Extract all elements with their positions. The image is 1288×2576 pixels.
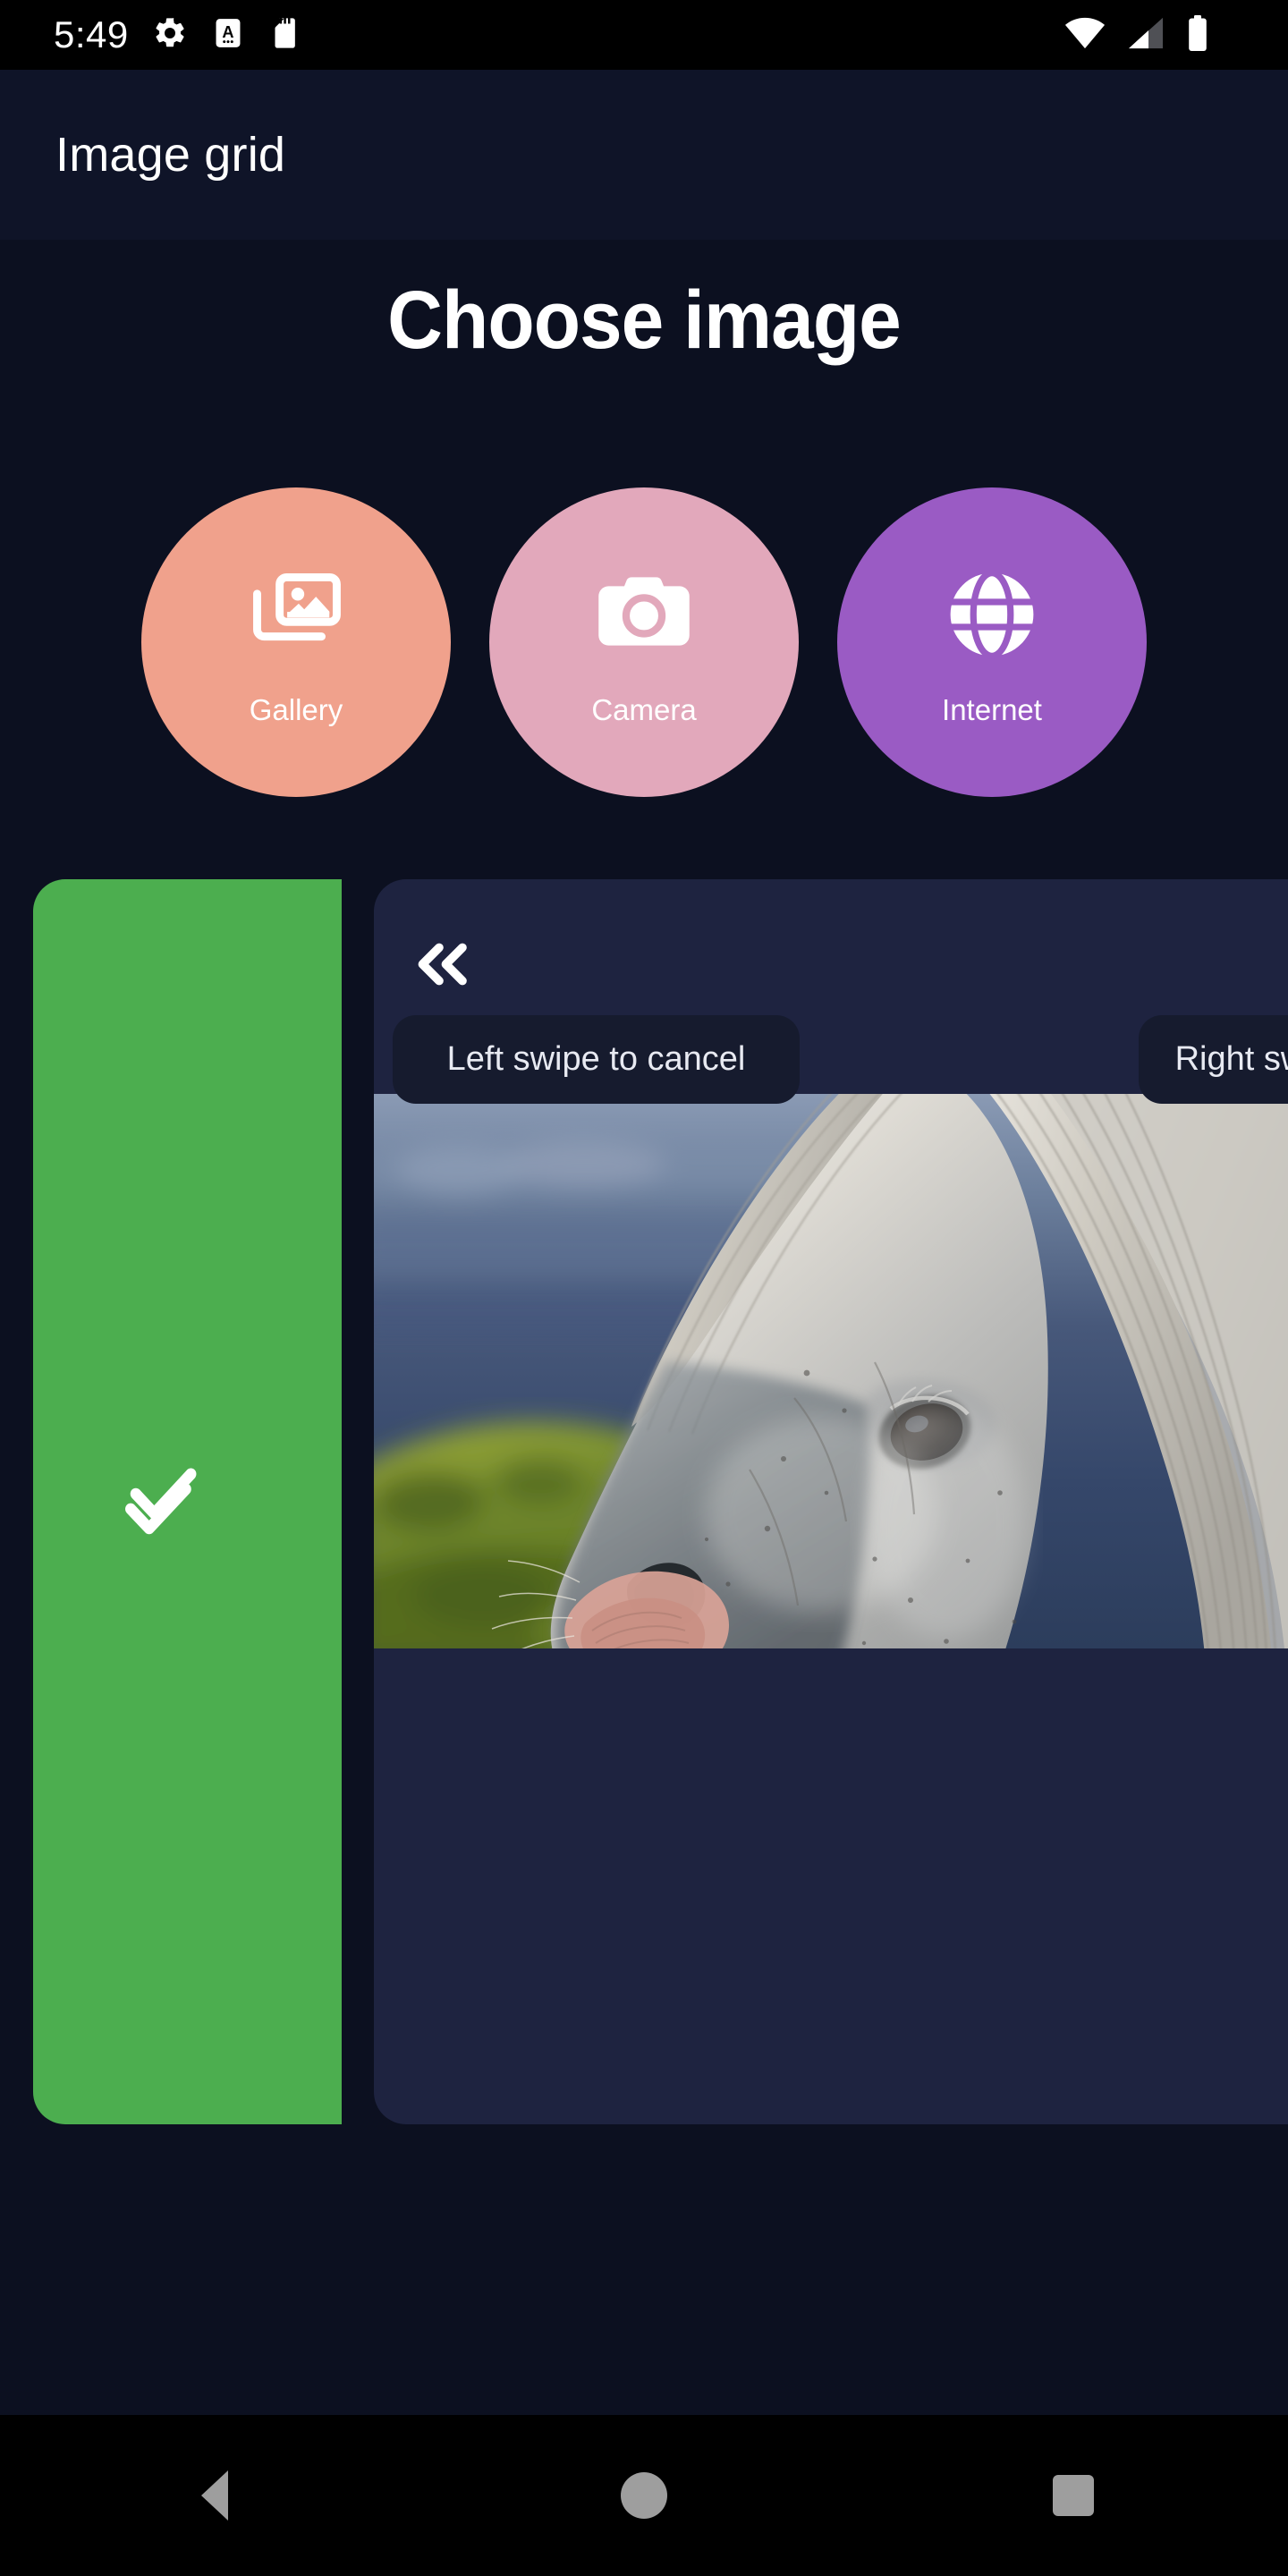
horse-photo [374, 1094, 1288, 1648]
android-auto-icon: A [211, 16, 245, 55]
confirm-swipe-panel[interactable] [33, 879, 342, 2124]
image-source-chooser: Gallery Camera Internet [0, 487, 1288, 797]
internet-button[interactable]: Internet [837, 487, 1147, 797]
recents-button[interactable] [984, 2415, 1163, 2576]
photo-library-icon [244, 561, 348, 668]
tooltip-right-swipe: Right swipe to confirm [1139, 1015, 1288, 1104]
camera-button[interactable]: Camera [489, 487, 799, 797]
back-button[interactable] [125, 2415, 304, 2576]
home-icon [621, 2472, 667, 2519]
status-bar: 5:49 A [0, 0, 1288, 70]
app-bar: Image grid [0, 70, 1288, 240]
image-card[interactable]: Left swipe to cancel Right swipe to conf… [374, 879, 1288, 2124]
page-title: Choose image [387, 275, 902, 366]
camera-label: Camera [591, 692, 697, 726]
tooltip-left-swipe: Left swipe to cancel [393, 1015, 800, 1104]
system-navigation-bar [0, 2415, 1288, 2576]
wifi-icon [1064, 16, 1106, 55]
internet-label: Internet [942, 692, 1042, 726]
main-content: Choose image Gallery Camera Internet Lef… [0, 240, 1288, 2415]
done-all-icon [108, 1446, 216, 1558]
svg-text:A: A [222, 22, 233, 40]
cellular-signal-icon [1127, 16, 1165, 55]
camera-icon [592, 561, 696, 668]
recents-icon [1053, 2475, 1094, 2516]
swipe-item-row: Left swipe to cancel Right swipe to conf… [0, 879, 1288, 2131]
home-button[interactable] [555, 2415, 733, 2576]
app-bar-title: Image grid [55, 128, 286, 182]
globe-icon [940, 561, 1044, 668]
status-bar-left: 5:49 A [0, 15, 301, 55]
status-bar-right [1064, 14, 1252, 56]
double-chevron-left-icon [395, 921, 481, 1012]
gear-icon [152, 15, 188, 55]
sd-card-icon [268, 15, 301, 55]
gallery-button[interactable]: Gallery [141, 487, 451, 797]
battery-icon [1186, 14, 1209, 56]
gallery-label: Gallery [249, 692, 343, 726]
back-icon [201, 2470, 228, 2521]
status-bar-clock: 5:49 [54, 13, 129, 55]
